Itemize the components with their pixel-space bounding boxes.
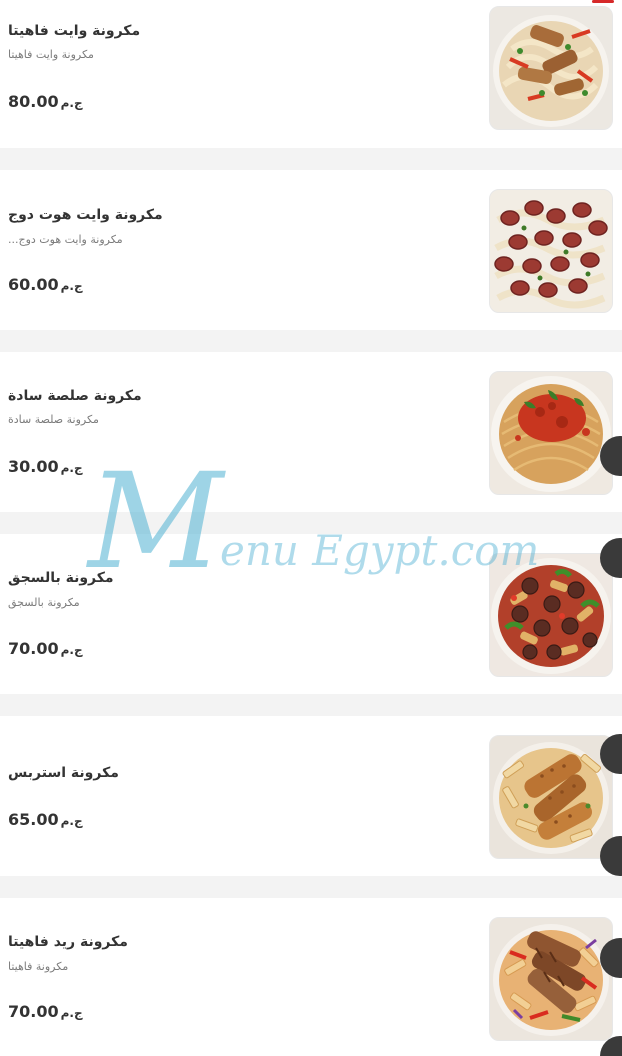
menu-item-card[interactable]: مكرونة ريد فاهيتا مكرونة فاهيتا 70.00 ج.م (0, 898, 622, 1056)
price-currency: ج.م (60, 643, 83, 657)
item-title: مكرونة ريد فاهيتا (8, 934, 128, 950)
item-price: 70.00 ج.م (8, 1002, 83, 1021)
sausage-pasta-image (490, 554, 612, 676)
item-title: مكرونة وايت هوت دوج (8, 207, 163, 223)
item-price: 70.00 ج.م (8, 639, 83, 658)
price-currency: ج.م (60, 461, 83, 475)
accent-bar (592, 0, 614, 3)
menu-page: مكرونة وايت فاهيتا مكرونة وايت فاهيتا 80… (0, 0, 622, 1056)
menu-item-card[interactable]: مكرونة صلصة سادة مكرونة صلصة سادة 30.00 ج… (0, 352, 622, 512)
price-amount: 65.00 (8, 810, 59, 829)
menu-item-card[interactable]: مكرونة بالسجق مكرونة بالسجق 70.00 ج.م (0, 534, 622, 694)
item-price: 80.00 ج.م (8, 92, 83, 111)
item-description: مكرونة وايت فاهيتا (8, 48, 94, 61)
red-fajita-pasta-image (490, 918, 612, 1040)
price-amount: 30.00 (8, 457, 59, 476)
item-image[interactable] (489, 189, 613, 313)
plain-tomato-pasta-image (490, 372, 612, 494)
item-price: 60.00 ج.م (8, 275, 83, 294)
white-hotdog-pasta-image (490, 190, 612, 312)
item-image[interactable] (489, 735, 613, 859)
item-description: مكرونة فاهيتا (8, 960, 69, 973)
item-image[interactable] (489, 917, 613, 1041)
item-price: 65.00 ج.م (8, 810, 83, 829)
price-amount: 60.00 (8, 275, 59, 294)
item-image[interactable] (489, 371, 613, 495)
price-currency: ج.م (60, 96, 83, 110)
item-price: 30.00 ج.م (8, 457, 83, 476)
item-title: مكرونة بالسجق (8, 570, 114, 586)
price-currency: ج.م (60, 1006, 83, 1020)
item-title: مكرونة استربس (8, 765, 119, 781)
price-amount: 70.00 (8, 1002, 59, 1021)
item-image[interactable] (489, 6, 613, 130)
item-description: مكرونة وايت هوت دوج... (8, 233, 123, 246)
price-amount: 70.00 (8, 639, 59, 658)
price-amount: 80.00 (8, 92, 59, 111)
price-currency: ج.م (60, 814, 83, 828)
white-fajita-pasta-image (490, 7, 612, 129)
item-image[interactable] (489, 553, 613, 677)
menu-item-card[interactable]: مكرونة وايت هوت دوج مكرونة وايت هوت دوج.… (0, 170, 622, 330)
item-description: مكرونة صلصة سادة (8, 413, 99, 426)
item-description: مكرونة بالسجق (8, 596, 80, 609)
price-currency: ج.م (60, 279, 83, 293)
item-title: مكرونة صلصة سادة (8, 388, 142, 404)
item-title: مكرونة وايت فاهيتا (8, 23, 141, 39)
menu-item-card[interactable]: مكرونة وايت فاهيتا مكرونة وايت فاهيتا 80… (0, 0, 622, 148)
strips-pasta-image (490, 736, 612, 858)
menu-item-card[interactable]: مكرونة استربس 65.00 ج.م (0, 716, 622, 876)
